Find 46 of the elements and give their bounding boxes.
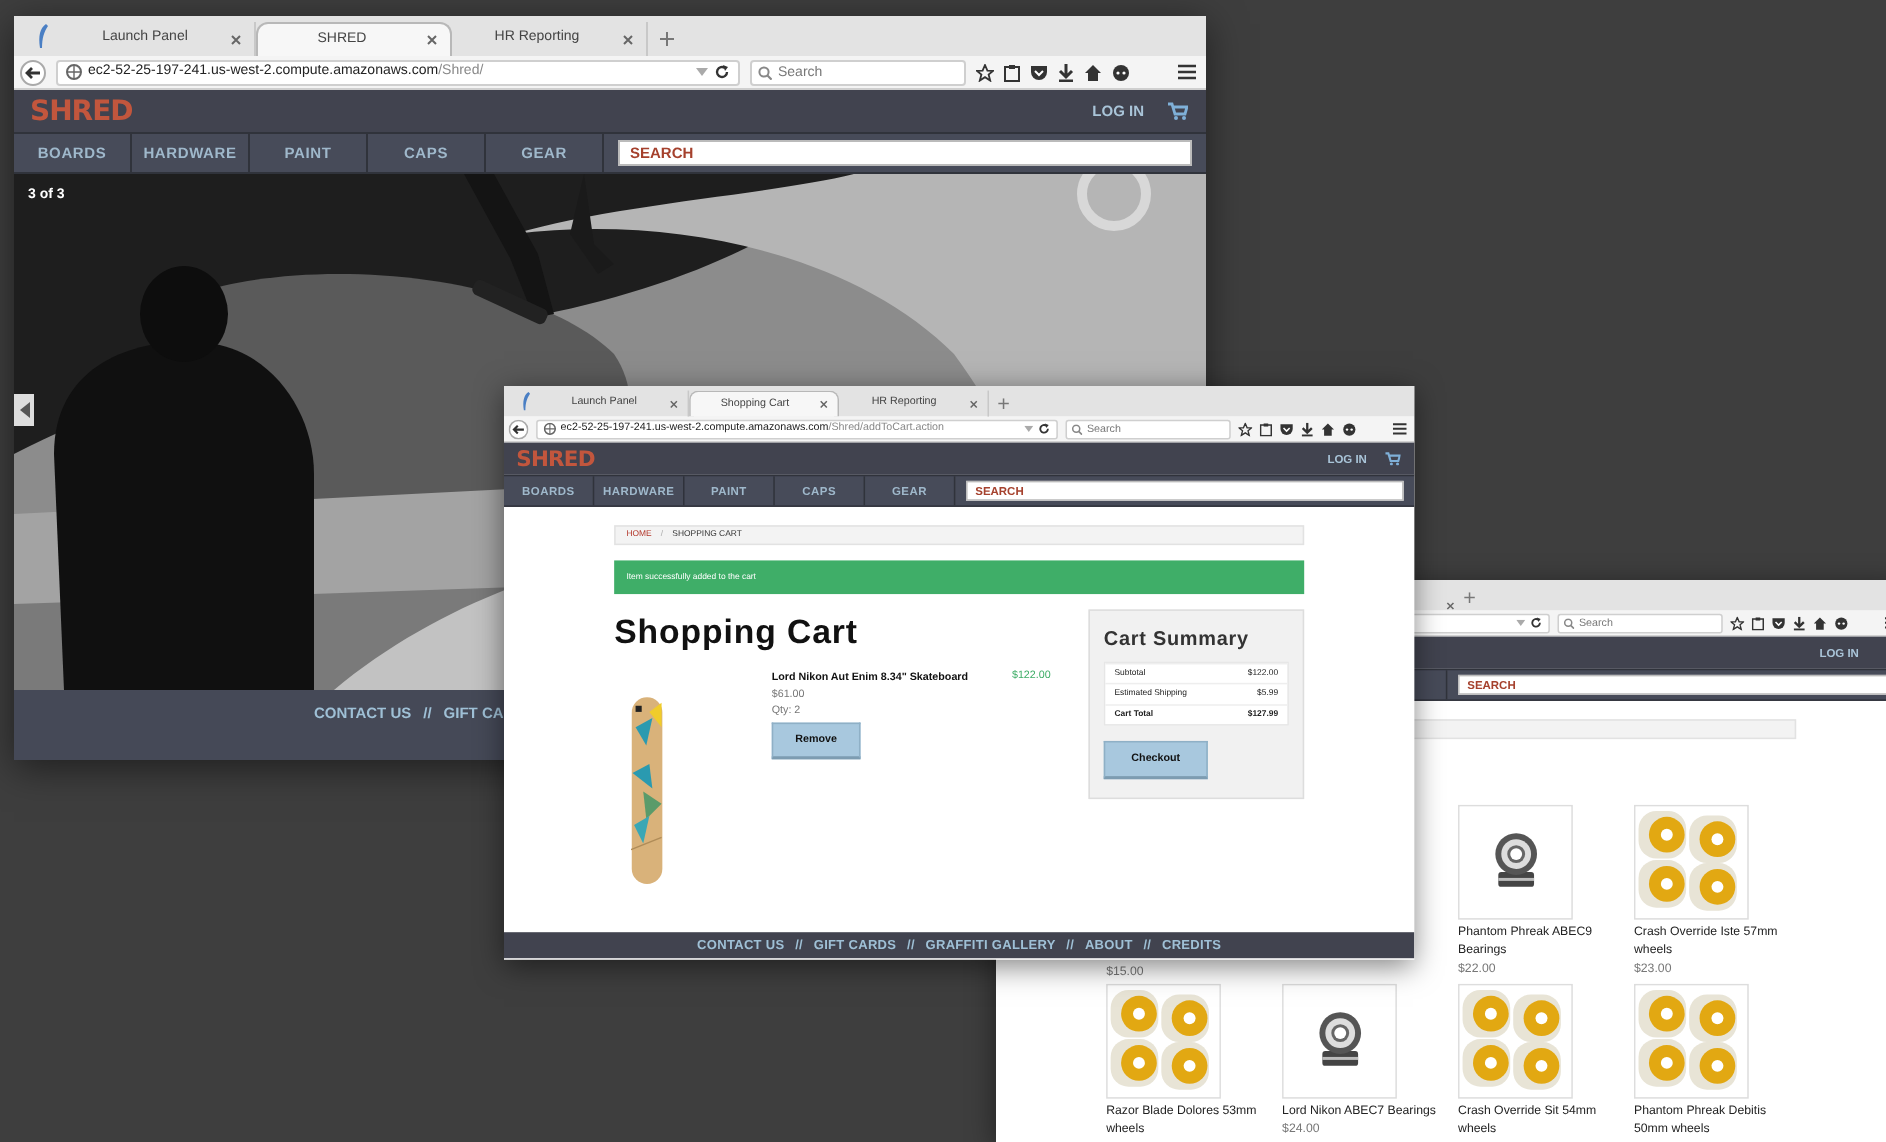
close-icon[interactable] [819,399,829,409]
close-icon[interactable] [426,34,438,46]
chat-icon[interactable] [1112,63,1130,81]
chat-icon[interactable] [1342,421,1357,436]
menu-icon[interactable] [1178,64,1196,80]
close-icon[interactable] [1445,601,1455,611]
clipboard-icon[interactable] [1751,615,1765,630]
plus-icon[interactable] [1464,592,1475,603]
home-icon[interactable] [1321,421,1335,436]
reload-icon[interactable] [714,64,730,80]
home-icon[interactable] [1813,615,1827,630]
cart-icon[interactable] [1385,451,1401,466]
star-icon[interactable] [1238,421,1253,436]
previous-slide-button[interactable] [14,394,34,426]
plus-icon[interactable] [660,32,674,46]
plus-icon[interactable] [998,398,1009,409]
url-field[interactable] [1409,612,1550,633]
shield-icon[interactable] [1771,615,1786,630]
back-icon[interactable] [20,59,46,85]
globe-icon [543,422,556,435]
menu-icon[interactable] [1392,422,1407,435]
close-icon[interactable] [669,399,679,409]
cart-icon[interactable] [1168,102,1188,120]
feather-icon [520,392,532,411]
star-icon[interactable] [1730,615,1745,630]
star-icon[interactable] [976,63,994,81]
clipboard-icon[interactable] [1259,421,1273,436]
clipboard-icon[interactable] [1004,63,1020,81]
reload-icon[interactable] [1529,616,1543,629]
reload-icon[interactable] [1037,422,1051,435]
page-heading: Shopping Cart [614,615,860,650]
close-icon[interactable] [230,33,242,45]
download-icon[interactable] [1793,615,1806,630]
shield-icon[interactable] [1279,421,1294,436]
feather-icon [36,24,50,48]
download-icon[interactable] [1301,421,1314,436]
back-icon[interactable] [508,418,529,439]
shield-icon[interactable] [1030,63,1048,81]
download-icon[interactable] [1058,63,1074,81]
close-icon[interactable] [622,33,634,45]
close-icon[interactable] [969,399,979,409]
home-icon[interactable] [1084,63,1102,81]
left-arrow-icon [19,402,29,418]
summary-title: Cart Summary [1103,624,1251,653]
globe-icon [66,64,82,80]
chat-icon[interactable] [1834,615,1849,630]
